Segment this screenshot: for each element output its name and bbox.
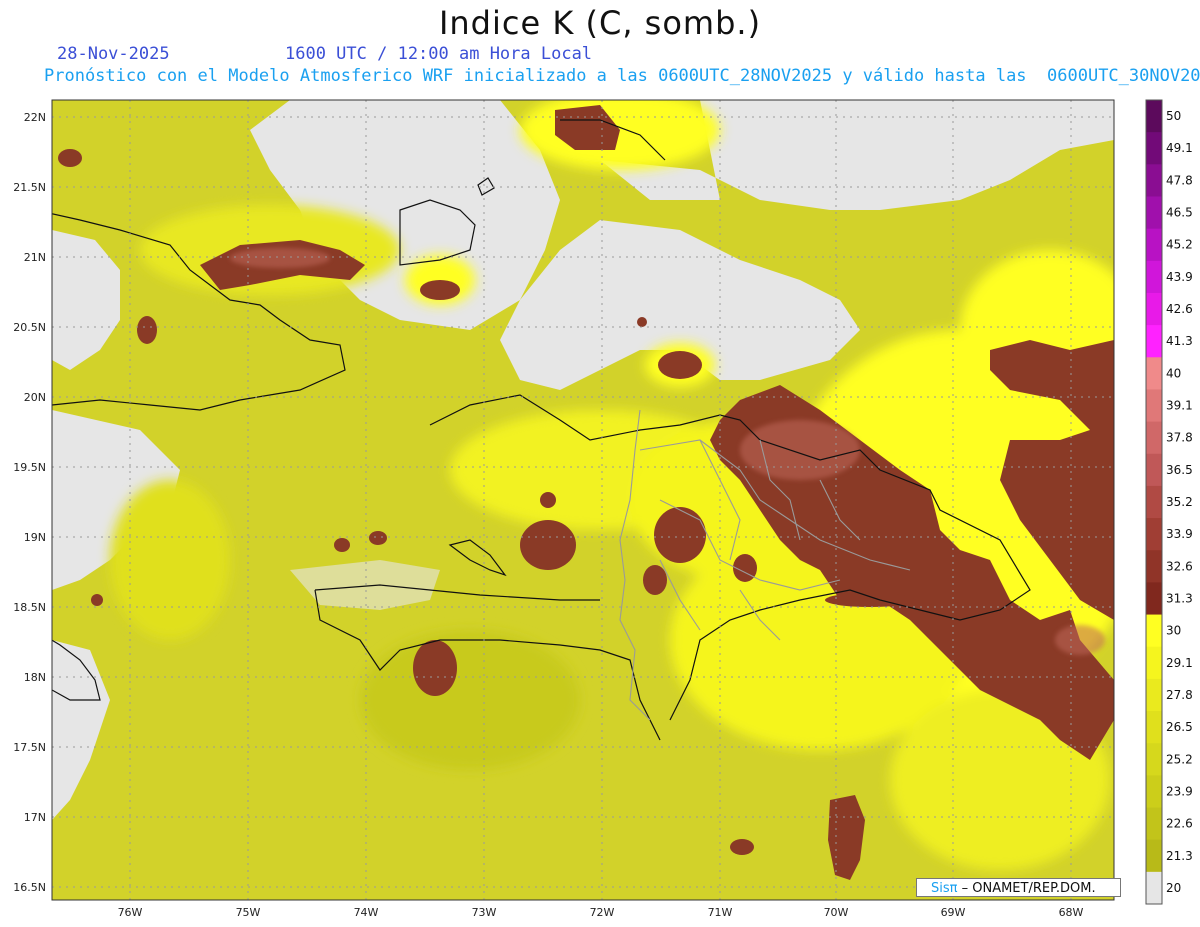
lat-label: 22N xyxy=(24,111,46,124)
colorbar-swatch xyxy=(1146,228,1162,262)
brown-spot-3 xyxy=(520,520,576,570)
lat-label: 16.5N xyxy=(13,881,46,894)
brown-spot-2 xyxy=(658,351,702,379)
colorbar-label: 20 xyxy=(1166,881,1181,895)
lat-label: 18N xyxy=(24,671,46,684)
brown-spot-5 xyxy=(413,640,457,696)
lon-label: 71W xyxy=(708,906,733,919)
colorbar-label: 35.2 xyxy=(1166,495,1193,509)
colorbar-swatch xyxy=(1146,743,1162,776)
colorbar-swatch xyxy=(1146,132,1162,165)
brown-spot-15 xyxy=(91,594,103,606)
colorbar-swatch xyxy=(1146,357,1162,390)
colorbar-label: 31.3 xyxy=(1166,592,1193,606)
colorbar-swatch xyxy=(1146,453,1162,487)
brown-spot-16 xyxy=(637,317,647,327)
colorbar-swatch xyxy=(1146,164,1162,197)
colorbar-label: 45.2 xyxy=(1166,238,1193,252)
colorbar-label: 36.5 xyxy=(1166,463,1193,477)
colorbar-label: 27.8 xyxy=(1166,688,1193,702)
map-canvas: 22N 21.5N 21N 20.5N 20N 19.5N 19N 18.5N … xyxy=(13,99,1193,919)
lat-label: 17.5N xyxy=(13,741,46,754)
lat-label: 21.5N xyxy=(13,181,46,194)
lon-label: 70W xyxy=(824,906,849,919)
colorbar-swatch xyxy=(1146,807,1162,841)
colorbar-swatch xyxy=(1146,839,1162,873)
colorbar-label: 41.3 xyxy=(1166,334,1193,348)
brown-spot-10 xyxy=(137,316,157,344)
colorbar-swatch xyxy=(1146,614,1162,648)
colorbar-label: 25.2 xyxy=(1166,752,1193,766)
colorbar-swatch xyxy=(1146,196,1162,230)
colorbar-label: 43.9 xyxy=(1166,270,1193,284)
colorbar-label: 46.5 xyxy=(1166,206,1193,220)
lat-label: 20N xyxy=(24,391,46,404)
colorbar-swatch xyxy=(1146,100,1162,133)
sispi-logo: Sisπ xyxy=(931,881,958,896)
brown-spot-9 xyxy=(58,149,82,167)
colorbar-swatch xyxy=(1146,325,1162,358)
colorbar-label: 39.1 xyxy=(1166,399,1193,413)
colorbar-swatch xyxy=(1146,292,1162,326)
lon-label: 73W xyxy=(472,906,497,919)
colorbar-swatch xyxy=(1146,646,1162,680)
lon-label: 76W xyxy=(118,906,143,919)
colorbar-swatch xyxy=(1146,775,1162,809)
colorbar-swatch xyxy=(1146,871,1162,905)
colorbar-swatch xyxy=(1146,550,1162,583)
brown-spot-14 xyxy=(334,538,350,552)
lat-label: 20.5N xyxy=(13,321,46,334)
lat-label: 18.5N xyxy=(13,601,46,614)
brown-spot-1 xyxy=(420,280,460,300)
longitude-axis: 76W 75W 74W 73W 72W 71W 70W 69W 68W xyxy=(118,906,1084,919)
colorbar-label: 33.9 xyxy=(1166,527,1193,541)
colorbar-label: 22.6 xyxy=(1166,817,1193,831)
brown-spot-13 xyxy=(369,531,387,545)
lon-label: 72W xyxy=(590,906,615,919)
colorbar-label: 21.3 xyxy=(1166,849,1193,863)
colorbar: 50 49.1 47.8 46.5 45.2 43.9 42.6 41.3 40 39.1 37.8… xyxy=(1145,99,1193,905)
latitude-axis: 22N 21.5N 21N 20.5N 20N 19.5N 19N 18.5N … xyxy=(13,111,46,894)
lat-label: 19.5N xyxy=(13,461,46,474)
colorbar-swatch xyxy=(1146,518,1162,551)
colorbar-swatch xyxy=(1146,260,1162,294)
colorbar-label: 47.8 xyxy=(1166,173,1193,187)
credit-box: Sisπ – ONAMET/REP.DOM. xyxy=(916,878,1121,897)
colorbar-swatch xyxy=(1146,678,1162,712)
brown-spot-4 xyxy=(654,507,706,563)
colorbar-label: 37.8 xyxy=(1166,431,1193,445)
colorbar-label: 29.1 xyxy=(1166,656,1193,670)
k-index-field xyxy=(52,100,1114,900)
credit-text: – ONAMET/REP.DOM. xyxy=(961,881,1096,896)
brown-spot-12 xyxy=(730,839,754,855)
brown-spot-11 xyxy=(540,492,556,508)
brown-spot-7 xyxy=(643,565,667,595)
lon-label: 74W xyxy=(354,906,379,919)
colorbar-label: 40 xyxy=(1166,366,1181,380)
colorbar-swatch xyxy=(1146,711,1162,744)
colorbar-swatch xyxy=(1146,485,1162,519)
colorbar-swatch xyxy=(1146,421,1162,455)
lon-label: 69W xyxy=(941,906,966,919)
colorbar-label: 49.1 xyxy=(1166,141,1193,155)
lat-label: 19N xyxy=(24,531,46,544)
colorbar-label: 32.6 xyxy=(1166,559,1193,573)
colorbar-label: 23.9 xyxy=(1166,784,1193,798)
lat-label: 17N xyxy=(24,811,46,824)
colorbar-label: 50 xyxy=(1166,109,1181,123)
colorbar-swatch xyxy=(1146,582,1162,616)
colorbar-label: 30 xyxy=(1166,624,1181,638)
lon-label: 68W xyxy=(1059,906,1084,919)
colorbar-label: 26.5 xyxy=(1166,720,1193,734)
colorbar-swatch xyxy=(1146,389,1162,423)
lat-label: 21N xyxy=(24,251,46,264)
colorbar-label: 42.6 xyxy=(1166,302,1193,316)
lon-label: 75W xyxy=(236,906,261,919)
